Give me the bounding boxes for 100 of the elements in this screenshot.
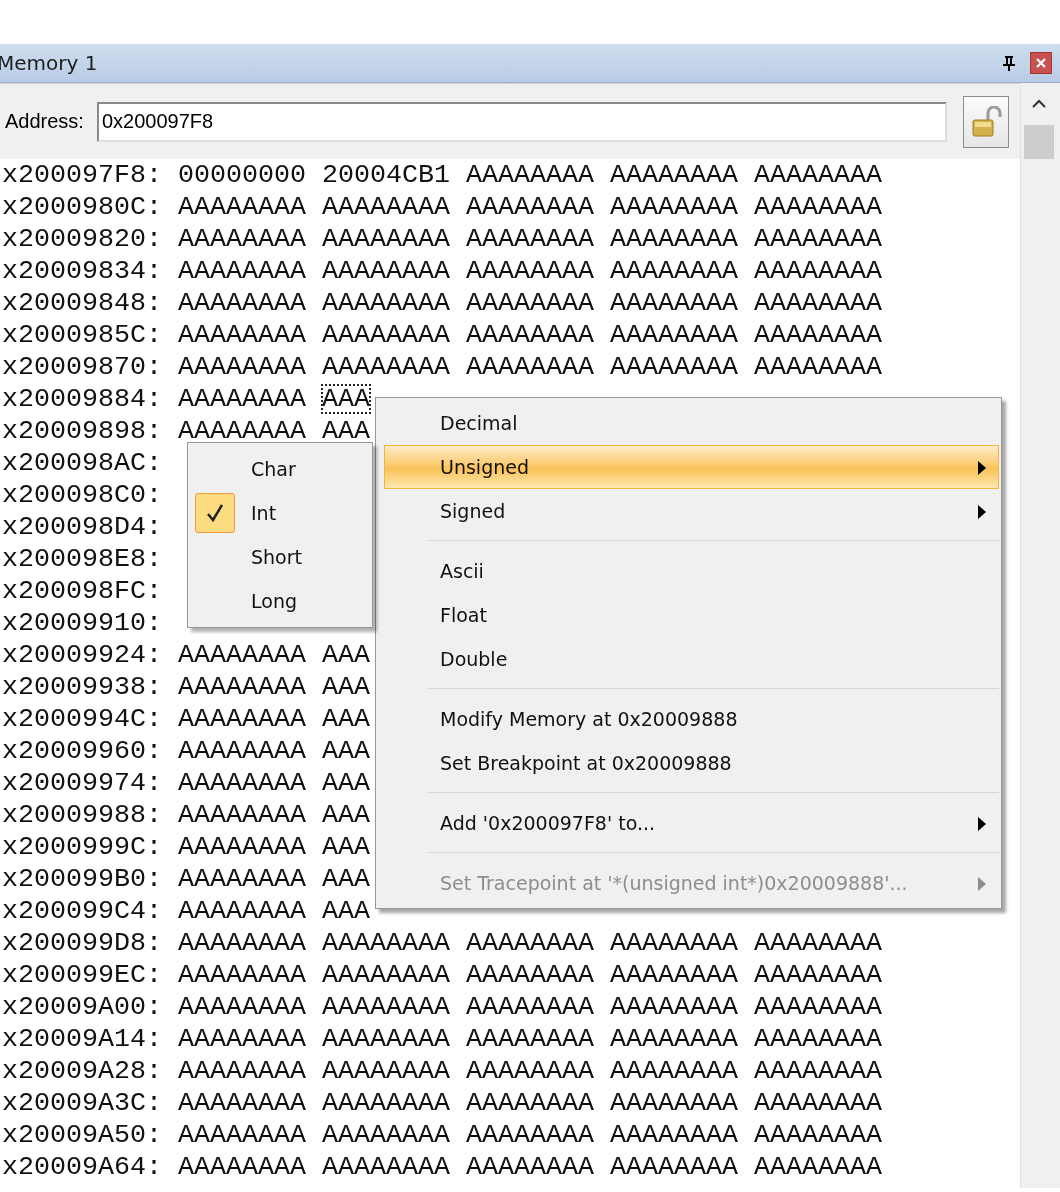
memory-cell[interactable]: AAAAAAAA xyxy=(178,353,306,381)
memory-cell[interactable]: AAAAAAAA xyxy=(753,161,882,189)
memory-cell[interactable]: AAAAAAAA xyxy=(609,1025,738,1053)
memory-cell[interactable]: AAAAAAAA xyxy=(609,161,738,189)
memory-cell[interactable]: AAAAAAAA xyxy=(465,257,594,285)
memory-cell[interactable]: AAAAAAAA xyxy=(322,961,450,989)
memory-cell[interactable]: AAAAAAAA xyxy=(609,225,738,253)
menu-item[interactable]: Unsigned xyxy=(384,445,999,489)
memory-cell[interactable]: AAAAAAAA xyxy=(178,993,306,1021)
memory-cell[interactable]: AAAAAAAA xyxy=(465,289,594,317)
memory-cell[interactable]: AAAAAAAA xyxy=(178,257,306,285)
memory-cell[interactable]: AAAAAAAA xyxy=(465,353,594,381)
memory-cell[interactable]: AAA xyxy=(322,801,370,829)
menu-item[interactable]: Set Breakpoint at 0x20009888 xyxy=(378,741,999,785)
memory-cell[interactable]: AAA xyxy=(322,833,370,861)
memory-cell[interactable]: AAAAAAAA xyxy=(609,1153,738,1181)
memory-cell[interactable]: AAAAAAAA xyxy=(178,961,306,989)
menu-item[interactable]: Modify Memory at 0x20009888 xyxy=(378,697,999,741)
memory-cell[interactable]: AAAAAAAA xyxy=(465,1057,594,1085)
memory-cell[interactable]: AAAAAAAA xyxy=(178,897,306,925)
memory-cell[interactable]: AAAAAAAA xyxy=(178,865,306,893)
memory-cell[interactable]: AAAAAAAA xyxy=(178,737,306,765)
memory-cell[interactable]: AAAAAAAA xyxy=(753,1153,882,1181)
pin-icon[interactable] xyxy=(1002,55,1016,71)
memory-cell[interactable]: AAAAAAAA xyxy=(609,1121,738,1149)
memory-cell[interactable]: AAAAAAAA xyxy=(178,385,306,413)
memory-cell[interactable]: AAA xyxy=(322,417,370,445)
memory-cell[interactable]: AAAAAAAA xyxy=(322,321,450,349)
memory-cell[interactable]: 20004CB1 xyxy=(322,161,450,189)
menu-item[interactable]: Short xyxy=(190,535,370,579)
menu-item[interactable]: Char xyxy=(190,447,370,491)
address-field[interactable]: 0x200097F8 xyxy=(97,101,947,142)
memory-cell[interactable]: AAAAAAAA xyxy=(465,1121,594,1149)
memory-cell[interactable]: AAAAAAAA xyxy=(465,929,594,957)
memory-cell[interactable]: AAAAAAAA xyxy=(178,673,306,701)
menu-item[interactable]: Decimal xyxy=(378,401,999,445)
memory-cell[interactable]: AAAAAAAA xyxy=(322,1153,450,1181)
menu-item[interactable]: Double xyxy=(378,637,999,681)
scroll-up-icon[interactable] xyxy=(1031,99,1047,109)
memory-cell[interactable]: AAAAAAAA xyxy=(465,193,594,221)
memory-cell[interactable]: AAAAAAAA xyxy=(322,929,450,957)
memory-cell[interactable]: AAAAAAAA xyxy=(609,929,738,957)
memory-cell[interactable]: AAA xyxy=(322,737,370,765)
memory-cell[interactable]: AAAAAAAA xyxy=(178,705,306,733)
memory-cell[interactable]: AAAAAAAA xyxy=(178,417,306,445)
menu-item[interactable]: Ascii xyxy=(378,549,999,593)
memory-cell[interactable]: AAAAAAAA xyxy=(178,1089,306,1117)
memory-cell[interactable]: AAAAAAAA xyxy=(753,353,882,381)
memory-cell[interactable]: AAAAAAAA xyxy=(609,1057,738,1085)
memory-cell[interactable]: AAAAAAAA xyxy=(609,961,738,989)
memory-cell[interactable]: AAAAAAAA xyxy=(322,1089,450,1117)
menu-item[interactable]: Add '0x200097F8' to... xyxy=(378,801,999,845)
memory-cell[interactable]: AAAAAAAA xyxy=(178,1057,306,1085)
memory-cell[interactable]: AAAAAAAA xyxy=(178,193,306,221)
memory-cell[interactable]: AAA xyxy=(322,769,370,797)
memory-cell[interactable]: AAAAAAAA xyxy=(753,289,882,317)
memory-cell[interactable]: AAAAAAAA xyxy=(322,193,450,221)
scrollbar-thumb[interactable] xyxy=(1024,125,1054,159)
memory-cell[interactable]: AAAAAAAA xyxy=(322,353,450,381)
menu-item[interactable]: Float xyxy=(378,593,999,637)
memory-cell[interactable]: AAAAAAAA xyxy=(178,289,306,317)
memory-cell[interactable]: AAA xyxy=(322,705,370,733)
menu-item[interactable]: Long xyxy=(190,579,370,623)
memory-cell[interactable]: AAAAAAAA xyxy=(465,225,594,253)
close-button[interactable] xyxy=(1030,52,1052,74)
memory-cell[interactable]: AAAAAAAA xyxy=(322,1025,450,1053)
memory-cell[interactable]: AAAAAAAA xyxy=(609,353,738,381)
memory-cell[interactable]: AAAAAAAA xyxy=(609,1089,738,1117)
memory-cell[interactable]: AAAAAAAA xyxy=(465,161,594,189)
memory-cell[interactable]: AAAAAAAA xyxy=(465,1025,594,1053)
memory-cell[interactable]: AAAAAAAA xyxy=(178,321,306,349)
memory-cell[interactable]: AAAAAAAA xyxy=(753,993,882,1021)
memory-cell[interactable]: AAA xyxy=(322,673,370,701)
memory-cell[interactable]: AAAAAAAA xyxy=(609,257,738,285)
memory-cell[interactable]: AAAAAAAA xyxy=(322,225,450,253)
memory-cell[interactable]: AAAAAAAA xyxy=(753,929,882,957)
memory-cell[interactable]: AAAAAAAA xyxy=(178,1025,306,1053)
memory-cell[interactable]: AAAAAAAA xyxy=(322,257,450,285)
memory-cell[interactable]: AAAAAAAA xyxy=(178,641,306,669)
memory-cell[interactable]: AAAAAAAA xyxy=(609,289,738,317)
memory-cell[interactable]: AAA xyxy=(322,865,370,893)
memory-cell[interactable]: AAAAAAAA xyxy=(465,993,594,1021)
memory-cell[interactable]: AAAAAAAA xyxy=(753,1057,882,1085)
memory-cell[interactable]: AAAAAAAA xyxy=(609,993,738,1021)
scrollbar[interactable] xyxy=(1020,83,1060,1188)
memory-cell[interactable]: AAAAAAAA xyxy=(753,225,882,253)
memory-cell[interactable]: AAAAAAAA xyxy=(178,801,306,829)
memory-cell[interactable]: AAAAAAAA xyxy=(178,769,306,797)
memory-cell[interactable]: AAAAAAAA xyxy=(178,225,306,253)
memory-cell[interactable]: AAAAAAAA xyxy=(609,193,738,221)
memory-cell[interactable]: AAAAAAAA xyxy=(322,1121,450,1149)
memory-cell[interactable]: AAAAAAAA xyxy=(753,193,882,221)
memory-cell[interactable]: AAAAAAAA xyxy=(465,321,594,349)
memory-cell[interactable]: AAAAAAAA xyxy=(753,1121,882,1149)
memory-cell[interactable]: AAAAAAAA xyxy=(178,833,306,861)
memory-cell[interactable]: AAAAAAAA xyxy=(322,1057,450,1085)
menu-item[interactable]: Int xyxy=(190,491,370,535)
memory-cell[interactable]: AAAAAAAA xyxy=(322,993,450,1021)
memory-cell[interactable]: AAA xyxy=(322,641,370,669)
menu-item[interactable]: Signed xyxy=(378,489,999,533)
